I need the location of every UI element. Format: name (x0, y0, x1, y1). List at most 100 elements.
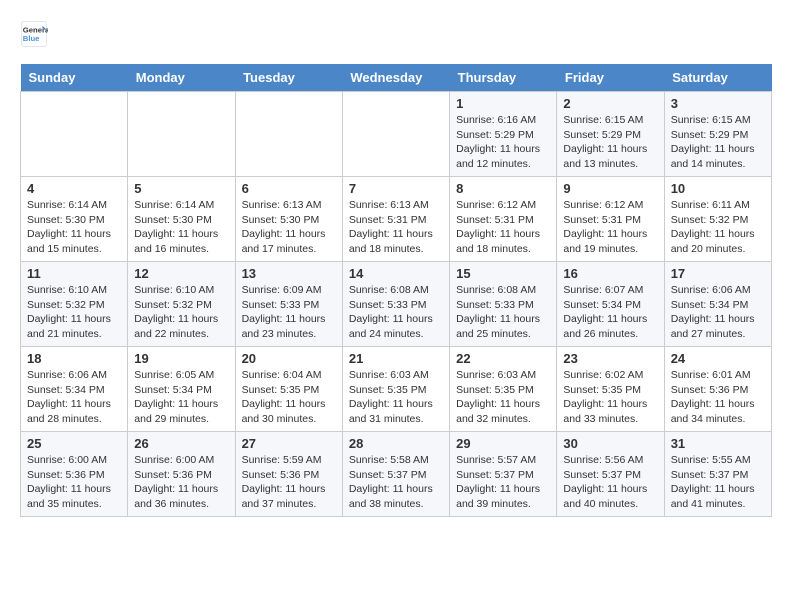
calendar-cell: 15 Sunrise: 6:08 AM Sunset: 5:33 PM Dayli… (450, 262, 557, 347)
day-number: 9 (563, 181, 657, 196)
day-number: 2 (563, 96, 657, 111)
calendar-cell: 11 Sunrise: 6:10 AM Sunset: 5:32 PM Dayli… (21, 262, 128, 347)
day-number: 11 (27, 266, 121, 281)
day-info: Sunrise: 6:03 AM Sunset: 5:35 PM Dayligh… (456, 368, 550, 427)
day-number: 20 (242, 351, 336, 366)
day-info: Sunrise: 6:16 AM Sunset: 5:29 PM Dayligh… (456, 113, 550, 172)
day-info: Sunrise: 6:05 AM Sunset: 5:34 PM Dayligh… (134, 368, 228, 427)
day-number: 23 (563, 351, 657, 366)
calendar-cell: 24 Sunrise: 6:01 AM Sunset: 5:36 PM Dayli… (664, 347, 771, 432)
calendar-cell: 16 Sunrise: 6:07 AM Sunset: 5:34 PM Dayli… (557, 262, 664, 347)
day-info: Sunrise: 6:01 AM Sunset: 5:36 PM Dayligh… (671, 368, 765, 427)
day-info: Sunrise: 6:11 AM Sunset: 5:32 PM Dayligh… (671, 198, 765, 257)
page-header: General Blue (20, 20, 772, 48)
day-info: Sunrise: 6:14 AM Sunset: 5:30 PM Dayligh… (134, 198, 228, 257)
calendar-cell: 12Sunrise: 6:10 AM Sunset: 5:32 PM Dayli… (128, 262, 235, 347)
day-number: 13 (242, 266, 336, 281)
day-number: 19 (134, 351, 228, 366)
calendar-cell: 14 Sunrise: 6:08 AM Sunset: 5:33 PM Dayli… (342, 262, 449, 347)
day-header-monday: Monday (128, 64, 235, 92)
day-info: Sunrise: 5:55 AM Sunset: 5:37 PM Dayligh… (671, 453, 765, 512)
day-number: 7 (349, 181, 443, 196)
svg-text:General: General (23, 26, 48, 35)
day-number: 22 (456, 351, 550, 366)
calendar-cell: 7 Sunrise: 6:13 AM Sunset: 5:31 PM Daylig… (342, 177, 449, 262)
day-number: 4 (27, 181, 121, 196)
day-number: 24 (671, 351, 765, 366)
day-info: Sunrise: 6:00 AM Sunset: 5:36 PM Dayligh… (27, 453, 121, 512)
calendar-cell: 26Sunrise: 6:00 AM Sunset: 5:36 PM Dayli… (128, 432, 235, 517)
day-info: Sunrise: 6:12 AM Sunset: 5:31 PM Dayligh… (563, 198, 657, 257)
day-number: 29 (456, 436, 550, 451)
day-number: 25 (27, 436, 121, 451)
calendar-cell: 28 Sunrise: 5:58 AM Sunset: 5:37 PM Dayli… (342, 432, 449, 517)
calendar-cell: 22 Sunrise: 6:03 AM Sunset: 5:35 PM Dayli… (450, 347, 557, 432)
day-info: Sunrise: 6:13 AM Sunset: 5:30 PM Dayligh… (242, 198, 336, 257)
calendar-cell: 6 Sunrise: 6:13 AM Sunset: 5:30 PM Daylig… (235, 177, 342, 262)
day-info: Sunrise: 6:15 AM Sunset: 5:29 PM Dayligh… (563, 113, 657, 172)
calendar-cell (235, 92, 342, 177)
calendar-cell (21, 92, 128, 177)
day-info: Sunrise: 5:58 AM Sunset: 5:37 PM Dayligh… (349, 453, 443, 512)
calendar-cell: 19 Sunrise: 6:05 AM Sunset: 5:34 PM Dayli… (128, 347, 235, 432)
calendar-week-3: 11 Sunrise: 6:10 AM Sunset: 5:32 PM Dayli… (21, 262, 772, 347)
calendar-cell (128, 92, 235, 177)
day-info: Sunrise: 6:08 AM Sunset: 5:33 PM Dayligh… (456, 283, 550, 342)
day-number: 27 (242, 436, 336, 451)
calendar-week-2: 4 Sunrise: 6:14 AM Sunset: 5:30 PM Daylig… (21, 177, 772, 262)
calendar-cell: 21Sunrise: 6:03 AM Sunset: 5:35 PM Dayli… (342, 347, 449, 432)
calendar-cell (342, 92, 449, 177)
calendar-cell: 2 Sunrise: 6:15 AM Sunset: 5:29 PM Daylig… (557, 92, 664, 177)
day-info: Sunrise: 6:08 AM Sunset: 5:33 PM Dayligh… (349, 283, 443, 342)
day-number: 21 (349, 351, 443, 366)
day-number: 31 (671, 436, 765, 451)
calendar-cell: 9 Sunrise: 6:12 AM Sunset: 5:31 PM Daylig… (557, 177, 664, 262)
calendar-cell: 4 Sunrise: 6:14 AM Sunset: 5:30 PM Daylig… (21, 177, 128, 262)
day-number: 14 (349, 266, 443, 281)
day-number: 28 (349, 436, 443, 451)
calendar-cell: 29 Sunrise: 5:57 AM Sunset: 5:37 PM Dayli… (450, 432, 557, 517)
calendar-cell: 5 Sunrise: 6:14 AM Sunset: 5:30 PM Daylig… (128, 177, 235, 262)
day-number: 18 (27, 351, 121, 366)
day-number: 10 (671, 181, 765, 196)
calendar-cell: 23 Sunrise: 6:02 AM Sunset: 5:35 PM Dayli… (557, 347, 664, 432)
day-info: Sunrise: 6:15 AM Sunset: 5:29 PM Dayligh… (671, 113, 765, 172)
calendar-table: SundayMondayTuesdayWednesdayThursdayFrid… (20, 64, 772, 517)
calendar-cell: 1 Sunrise: 6:16 AM Sunset: 5:29 PM Daylig… (450, 92, 557, 177)
logo: General Blue (20, 20, 52, 48)
day-info: Sunrise: 6:06 AM Sunset: 5:34 PM Dayligh… (27, 368, 121, 427)
day-info: Sunrise: 6:04 AM Sunset: 5:35 PM Dayligh… (242, 368, 336, 427)
day-number: 8 (456, 181, 550, 196)
day-info: Sunrise: 6:09 AM Sunset: 5:33 PM Dayligh… (242, 283, 336, 342)
day-info: Sunrise: 6:10 AM Sunset: 5:32 PM Dayligh… (27, 283, 121, 342)
day-header-tuesday: Tuesday (235, 64, 342, 92)
day-info: Sunrise: 6:07 AM Sunset: 5:34 PM Dayligh… (563, 283, 657, 342)
day-header-sunday: Sunday (21, 64, 128, 92)
day-number: 17 (671, 266, 765, 281)
calendar-cell: 20 Sunrise: 6:04 AM Sunset: 5:35 PM Dayli… (235, 347, 342, 432)
logo-icon: General Blue (20, 20, 48, 48)
day-number: 15 (456, 266, 550, 281)
day-info: Sunrise: 5:57 AM Sunset: 5:37 PM Dayligh… (456, 453, 550, 512)
calendar-week-4: 18 Sunrise: 6:06 AM Sunset: 5:34 PM Dayli… (21, 347, 772, 432)
calendar-cell: 30Sunrise: 5:56 AM Sunset: 5:37 PM Dayli… (557, 432, 664, 517)
day-info: Sunrise: 6:02 AM Sunset: 5:35 PM Dayligh… (563, 368, 657, 427)
day-number: 3 (671, 96, 765, 111)
day-number: 5 (134, 181, 228, 196)
day-number: 26 (134, 436, 228, 451)
calendar-cell: 31 Sunrise: 5:55 AM Sunset: 5:37 PM Dayli… (664, 432, 771, 517)
day-info: Sunrise: 6:13 AM Sunset: 5:31 PM Dayligh… (349, 198, 443, 257)
day-info: Sunrise: 6:06 AM Sunset: 5:34 PM Dayligh… (671, 283, 765, 342)
day-number: 1 (456, 96, 550, 111)
day-number: 30 (563, 436, 657, 451)
calendar-cell: 3 Sunrise: 6:15 AM Sunset: 5:29 PM Daylig… (664, 92, 771, 177)
calendar-cell: 17 Sunrise: 6:06 AM Sunset: 5:34 PM Dayli… (664, 262, 771, 347)
day-number: 16 (563, 266, 657, 281)
calendar-cell: 18 Sunrise: 6:06 AM Sunset: 5:34 PM Dayli… (21, 347, 128, 432)
day-header-wednesday: Wednesday (342, 64, 449, 92)
day-info: Sunrise: 6:10 AM Sunset: 5:32 PM Dayligh… (134, 283, 228, 342)
calendar-week-5: 25 Sunrise: 6:00 AM Sunset: 5:36 PM Dayli… (21, 432, 772, 517)
calendar-cell: 13 Sunrise: 6:09 AM Sunset: 5:33 PM Dayli… (235, 262, 342, 347)
day-info: Sunrise: 6:14 AM Sunset: 5:30 PM Dayligh… (27, 198, 121, 257)
day-number: 6 (242, 181, 336, 196)
